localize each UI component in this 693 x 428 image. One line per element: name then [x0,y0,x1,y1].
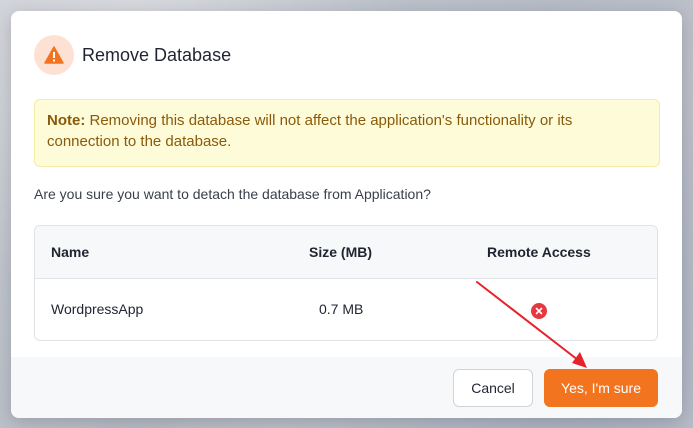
dialog-header: Remove Database [34,35,231,75]
database-size-cell: 0.7 MB [319,301,364,317]
confirm-button[interactable]: Yes, I'm sure [544,369,658,407]
dialog-footer: Cancel Yes, I'm sure [11,357,682,418]
column-header-size: Size (MB) [309,244,372,260]
column-header-remote-access: Remote Access [487,244,591,260]
remove-database-dialog: Remove Database Note: Removing this data… [11,11,682,418]
table-header: Name Size (MB) Remote Access [35,226,657,279]
note-banner: Note: Removing this database will not af… [34,99,660,167]
note-text: Removing this database will not affect t… [47,112,573,150]
database-table: Name Size (MB) Remote Access WordpressAp… [34,225,658,341]
note-label: Note: [47,112,86,129]
warning-icon [34,35,74,75]
close-circle-icon [531,303,547,319]
dialog-title: Remove Database [82,44,232,65]
cancel-button[interactable]: Cancel [453,369,533,407]
column-header-name: Name [51,244,90,260]
confirmation-question: Are you sure you want to detach the data… [34,186,431,202]
database-name-cell: WordpressApp [51,301,144,317]
